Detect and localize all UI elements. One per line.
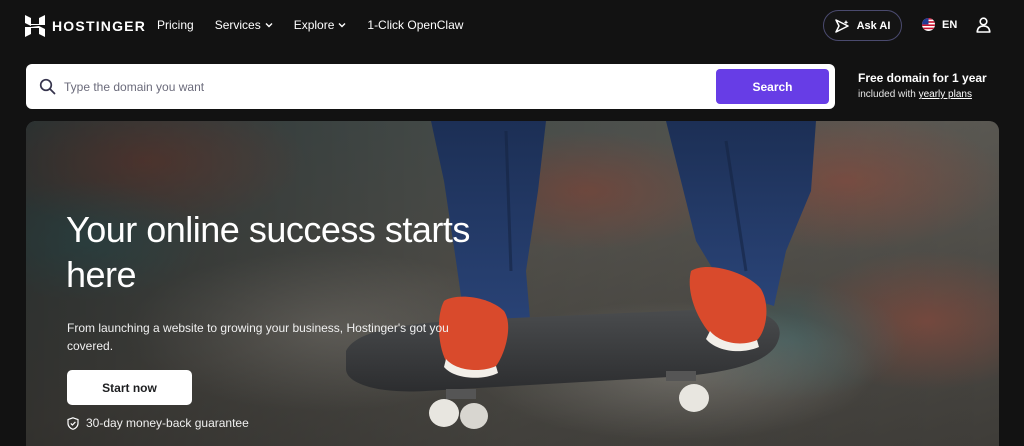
top-navigation: HOSTINGER Pricing Services Explore 1-Cli… — [0, 0, 1024, 52]
start-now-button[interactable]: Start now — [67, 370, 192, 405]
language-label: EN — [942, 18, 958, 31]
promo-subtitle-prefix: included with — [858, 89, 919, 100]
sparkle-arrow-icon — [834, 18, 849, 33]
money-back-guarantee: 30-day money-back guarantee — [67, 416, 249, 430]
brand-logo[interactable]: HOSTINGER — [25, 15, 146, 37]
nav-link-label: 1-Click OpenClaw — [367, 18, 464, 32]
domain-search-bar: Search — [26, 64, 835, 109]
promo-subtitle: included with yearly plans — [858, 89, 987, 100]
ask-ai-button[interactable]: Ask AI — [823, 10, 902, 41]
hero-subtitle: From launching a website to growing your… — [67, 321, 449, 353]
nav-link-explore[interactable]: Explore — [294, 18, 347, 32]
promo-title: Free domain for 1 year — [858, 71, 987, 85]
nav-link-pricing[interactable]: Pricing — [157, 18, 194, 32]
domain-search-input[interactable] — [64, 72, 724, 101]
user-icon[interactable] — [976, 17, 991, 33]
nav-link-services[interactable]: Services — [215, 18, 273, 32]
language-selector[interactable]: EN — [922, 18, 957, 31]
yearly-plans-link[interactable]: yearly plans — [919, 89, 972, 100]
hero-title: Your online success starts here — [66, 209, 470, 295]
hostinger-logo-icon — [25, 15, 45, 37]
hero-banner: Your online success starts here From lau… — [26, 121, 999, 446]
shield-check-icon — [67, 416, 79, 430]
nav-links: Pricing Services Explore 1-Click OpenCla… — [157, 18, 484, 32]
nav-link-label: Pricing — [157, 18, 194, 32]
brand-name: HOSTINGER — [52, 18, 147, 34]
us-flag-icon — [922, 18, 935, 31]
ask-ai-label: Ask AI — [856, 19, 891, 32]
nav-link-label: Explore — [293, 18, 335, 32]
chevron-down-icon — [265, 23, 273, 28]
search-icon — [39, 78, 56, 95]
free-domain-promo: Free domain for 1 year included with yea… — [858, 71, 987, 100]
nav-link-openclaw[interactable]: 1-Click OpenClaw — [367, 18, 463, 32]
chevron-down-icon — [338, 23, 346, 28]
nav-link-label: Services — [214, 18, 261, 32]
guarantee-label: 30-day money-back guarantee — [86, 416, 249, 430]
search-button[interactable]: Search — [716, 69, 829, 104]
